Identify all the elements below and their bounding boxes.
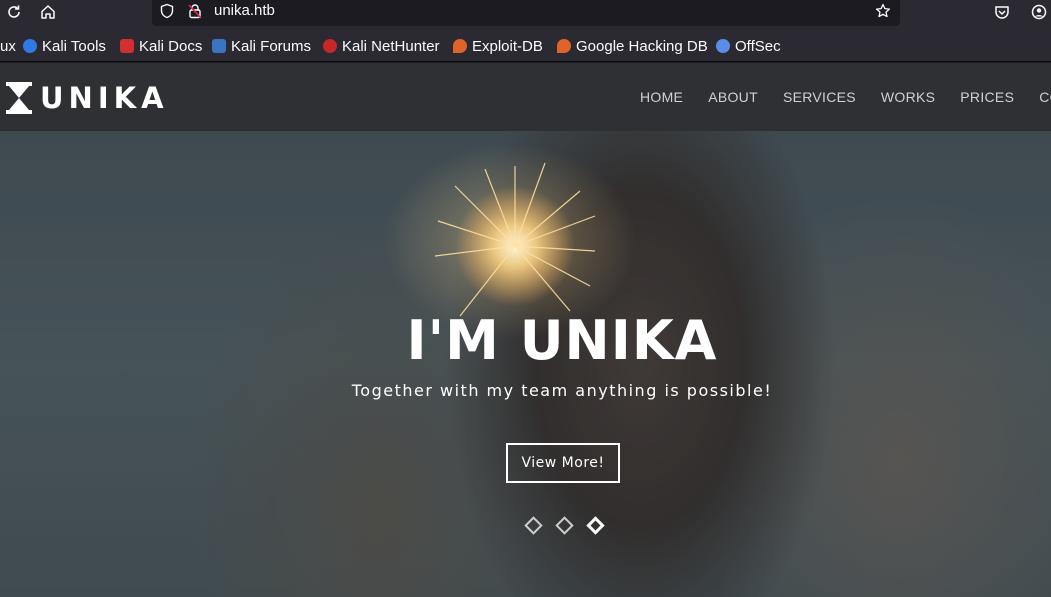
bookmark-label: Kali Forums bbox=[231, 37, 312, 55]
browser-toolbar: unika.htb bbox=[0, 0, 1051, 28]
bookmark-kali-docs[interactable]: Kali Docs bbox=[120, 36, 202, 56]
site-logo[interactable]: UNIKA bbox=[6, 81, 169, 115]
bookmark-star-icon[interactable] bbox=[874, 2, 892, 20]
kali-forums-icon bbox=[212, 39, 226, 53]
hero-section: I'M UNIKA Together with my team anything… bbox=[0, 131, 1051, 597]
nav-services[interactable]: SERVICES bbox=[783, 89, 856, 105]
logo-text: UNIKA bbox=[40, 81, 169, 115]
offsec-icon bbox=[716, 39, 730, 53]
slide-dot-1[interactable] bbox=[524, 516, 543, 535]
nav-works[interactable]: WORKS bbox=[881, 89, 935, 105]
slide-dot-2[interactable] bbox=[555, 516, 574, 535]
pocket-button[interactable] bbox=[988, 0, 1016, 24]
nav-about[interactable]: ABOUT bbox=[708, 89, 758, 105]
hourglass-logo-icon bbox=[6, 82, 32, 114]
nav-prices[interactable]: PRICES bbox=[960, 89, 1014, 105]
bookmark-label: Kali NetHunter bbox=[342, 37, 440, 55]
nav-contact[interactable]: CONTA bbox=[1039, 89, 1051, 105]
exploitdb-icon bbox=[453, 39, 467, 53]
slide-dot-3[interactable] bbox=[586, 516, 605, 535]
bookmark-label: Google Hacking DB bbox=[576, 37, 708, 55]
account-button[interactable] bbox=[1025, 0, 1051, 24]
bookmark-kali-forums[interactable]: Kali Forums bbox=[212, 36, 311, 56]
nethunter-icon bbox=[323, 39, 337, 53]
bookmark-label: Exploit-DB bbox=[472, 37, 543, 55]
kali-docs-icon bbox=[120, 39, 134, 53]
url-bar[interactable]: unika.htb bbox=[152, 0, 900, 26]
home-button[interactable] bbox=[34, 0, 62, 24]
main-nav: HOME ABOUT SERVICES WORKS PRICES CONTA bbox=[640, 89, 1051, 105]
shield-icon[interactable] bbox=[158, 2, 176, 20]
pocket-icon bbox=[995, 6, 1009, 19]
bookmark-exploit-db[interactable]: Exploit-DB bbox=[453, 36, 543, 56]
bookmark-label: Kali Tools bbox=[42, 37, 106, 55]
hero-subtitle: Together with my team anything is possib… bbox=[351, 381, 773, 400]
slider-indicators bbox=[524, 516, 605, 535]
site-header: UNIKA HOME ABOUT SERVICES WORKS PRICES C… bbox=[0, 63, 1051, 131]
insecure-lock-icon[interactable] bbox=[186, 2, 204, 20]
reload-icon bbox=[8, 5, 20, 18]
hero-title: I'M UNIKA bbox=[406, 309, 718, 372]
bookmark-kali-tools[interactable]: Kali Tools bbox=[23, 36, 106, 56]
bookmark-ghdb[interactable]: Google Hacking DB bbox=[557, 36, 708, 56]
bookmark-label: ux bbox=[0, 37, 16, 55]
view-more-button[interactable]: View More! bbox=[506, 443, 620, 483]
bookmark-kali-nethunter[interactable]: Kali NetHunter bbox=[323, 36, 440, 56]
url-text[interactable]: unika.htb bbox=[214, 2, 275, 19]
bookmark-label: OffSec bbox=[735, 37, 781, 55]
reload-button[interactable] bbox=[0, 0, 28, 24]
ghdb-icon bbox=[557, 39, 571, 53]
bookmark-kali-linux[interactable]: ux bbox=[0, 36, 16, 56]
kali-tools-icon bbox=[23, 39, 37, 53]
nav-home[interactable]: HOME bbox=[640, 89, 683, 105]
bookmark-offsec[interactable]: OffSec bbox=[716, 36, 781, 56]
bookmark-label: Kali Docs bbox=[139, 37, 203, 55]
sparkler-image bbox=[434, 162, 596, 317]
account-icon bbox=[1031, 4, 1047, 20]
home-icon bbox=[41, 5, 55, 19]
bookmarks-bar: ux Kali Tools Kali Docs Kali Forums Kali… bbox=[0, 28, 1051, 62]
